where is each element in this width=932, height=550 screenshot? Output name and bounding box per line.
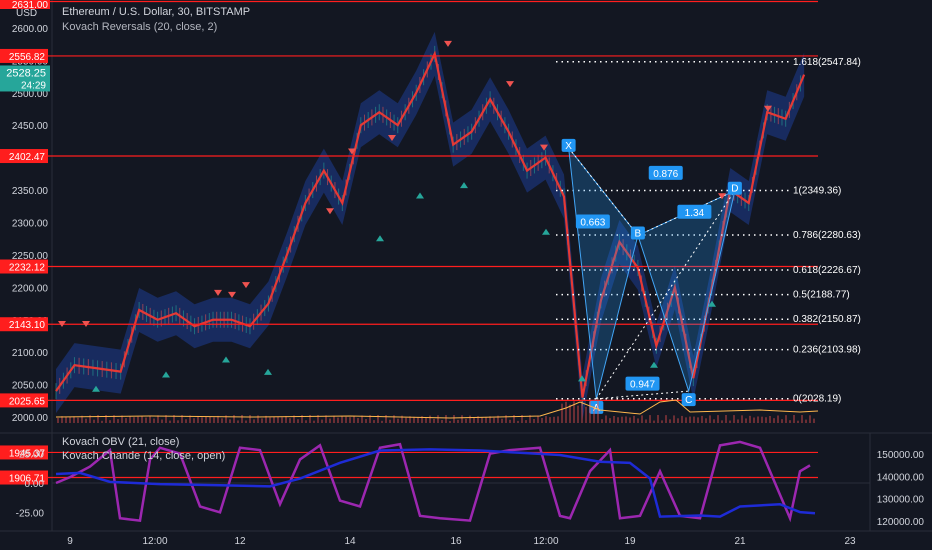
obv-tick-label: 130000.00 — [877, 495, 925, 506]
fib-level-label: 0.786(2280.63) — [793, 230, 861, 241]
chart-stage: 1.618(2547.84) 1(2349.36) 0.786(2280.63) 0.… — [0, 0, 932, 550]
level-price-tag: 2402.47 — [9, 152, 46, 163]
last-price-tag: 2528.25 — [6, 67, 46, 79]
fib-level-label: 0(2028.19) — [793, 394, 841, 405]
price-tick-label: 2450.00 — [12, 121, 49, 132]
obv-tick-label: 140000.00 — [877, 472, 925, 483]
buy-arrow — [222, 356, 230, 363]
sell-arrow — [326, 208, 334, 215]
level-price-tag: 2556.82 — [9, 52, 46, 63]
price-tick-label: 2600.00 — [12, 24, 49, 35]
buy-arrow — [162, 371, 170, 378]
time-tick-label: 12:00 — [533, 536, 558, 547]
pattern-ac-line — [596, 390, 689, 400]
buy-arrow — [416, 192, 424, 199]
chart-title: Ethereum / U.S. Dollar, 30, BITSTAMP — [62, 6, 251, 18]
ratio-label: 0.876 — [653, 169, 678, 180]
sell-arrow — [228, 291, 236, 298]
time-tick-label: 21 — [734, 536, 746, 547]
countdown-label: 24:29 — [21, 80, 46, 91]
obv-label: Kovach OBV (21, close) — [62, 436, 180, 448]
oscillator-tick-label: -25.00 — [16, 508, 45, 519]
price-tick-label: 2050.00 — [12, 381, 49, 392]
price-tick-label: 2300.00 — [12, 218, 49, 229]
currency-label: USD — [16, 8, 38, 19]
pattern-point-b-label: B — [635, 228, 642, 239]
pattern-triangle-bcd — [637, 189, 736, 393]
price-tick-label: 2000.00 — [12, 413, 49, 424]
level-price-tag: 2025.65 — [9, 396, 46, 407]
price-tick-label: 2350.00 — [12, 186, 49, 197]
buy-arrow — [460, 182, 468, 189]
buy-arrow — [376, 235, 384, 242]
sell-arrow — [444, 40, 452, 47]
time-tick-label: 19 — [624, 536, 636, 547]
oscillator-tick-label: 0.00 — [25, 479, 45, 490]
level-price-tag: 2232.12 — [9, 263, 46, 274]
obv-tick-label: 120000.00 — [877, 517, 925, 528]
oscillator-tick-label: 25.00 — [19, 450, 44, 461]
sell-arrow — [506, 81, 514, 88]
indicator-label: Kovach Reversals (20, close, 2) — [62, 21, 218, 33]
fib-level-label: 0.236(2103.98) — [793, 345, 861, 356]
price-tick-label: 2100.00 — [12, 348, 49, 359]
pattern-point-d-label: D — [731, 184, 738, 195]
fib-level-label: 0.618(2226.67) — [793, 265, 861, 276]
obv-tick-label: 150000.00 — [877, 450, 925, 461]
sell-arrow — [214, 289, 222, 296]
pattern-point-x-label: X — [565, 141, 572, 152]
fib-level-label: 1(2349.36) — [793, 185, 841, 196]
sell-arrow — [242, 282, 250, 289]
price-chart[interactable]: 1.618(2547.84) 1(2349.36) 0.786(2280.63) 0.… — [0, 0, 932, 550]
ratio-label: 1.34 — [685, 208, 705, 219]
price-tick-label: 2200.00 — [12, 283, 49, 294]
fib-level-label: 0.382(2150.87) — [793, 314, 861, 325]
time-tick-label: 12:00 — [142, 536, 167, 547]
time-tick-label: 12 — [234, 536, 246, 547]
chande-label: Kovach Chande (14, close, open) — [62, 450, 226, 462]
time-tick-label: 16 — [450, 536, 462, 547]
level-price-tag: 2143.10 — [9, 320, 46, 331]
time-tick-label: 14 — [344, 536, 356, 547]
fib-level-label: 1.618(2547.84) — [793, 57, 861, 68]
time-tick-label: 9 — [67, 536, 73, 547]
buy-arrow — [542, 228, 550, 235]
buy-arrow — [264, 368, 272, 375]
ratio-label: 0.663 — [580, 217, 605, 228]
ratio-label: 0.947 — [630, 380, 655, 391]
time-tick-label: 23 — [844, 536, 856, 547]
fib-level-label: 0.5(2188.77) — [793, 290, 850, 301]
pattern-point-c-label: C — [685, 395, 692, 406]
